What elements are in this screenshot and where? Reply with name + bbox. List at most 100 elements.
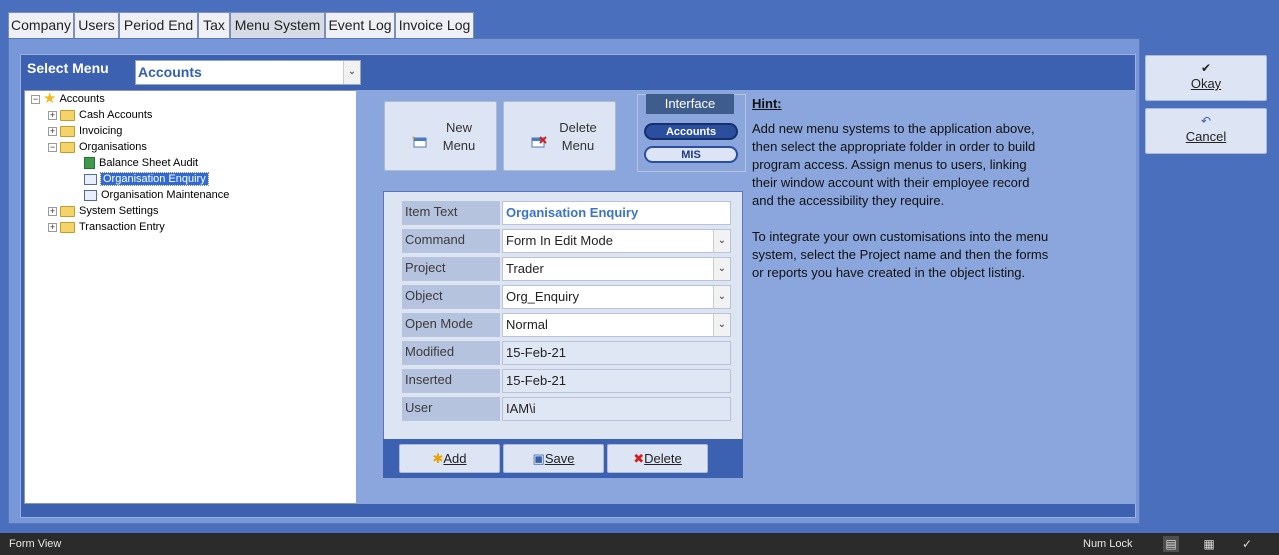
checkmark-icon: ✔ — [1200, 61, 1212, 75]
command-select[interactable]: Form In Edit Mode ⌄ — [502, 229, 731, 253]
add-label: Add — [443, 451, 467, 466]
tree-item-label: Organisation Maintenance — [101, 189, 230, 201]
interface-group: Interface Accounts MIS — [637, 94, 746, 172]
save-button[interactable]: ▣Save — [503, 444, 604, 473]
hint-paragraph: To integrate your own customisations int… — [752, 229, 1049, 280]
tree-item[interactable]: + Cash Accounts — [48, 107, 152, 123]
collapse-icon[interactable]: − — [31, 94, 40, 104]
command-label: Command — [402, 229, 500, 253]
tree-item[interactable]: + System Settings — [48, 203, 158, 219]
tree-item[interactable]: Organisation Maintenance — [84, 187, 229, 203]
select-menu-value: Accounts — [138, 64, 202, 80]
hint-title: Hint: — [752, 96, 782, 111]
expand-icon[interactable]: + — [48, 110, 57, 120]
status-view-mode: Form View — [9, 538, 62, 550]
delete-menu-label: Delete Menu — [559, 120, 597, 153]
tree-item[interactable]: − Organisations — [48, 139, 147, 155]
interface-mis-toggle[interactable]: MIS — [644, 146, 738, 163]
user-field: IAM\i — [502, 397, 731, 421]
cancel-button[interactable]: ↶ Cancel — [1145, 108, 1267, 154]
chevron-down-icon[interactable]: ⌄ — [343, 61, 360, 84]
form-icon — [84, 189, 97, 201]
project-select[interactable]: Trader ⌄ — [502, 257, 731, 281]
open-mode-label: Open Mode — [402, 313, 500, 337]
chevron-down-icon[interactable]: ⌄ — [713, 314, 730, 336]
add-icon: ✱ — [432, 451, 444, 466]
tree-item-label: Invoicing — [79, 125, 123, 137]
select-menu-label: Select Menu — [27, 60, 109, 76]
tab-tax[interactable]: Tax — [198, 12, 230, 38]
tree-item-label: System Settings — [79, 205, 159, 217]
save-label: Save — [544, 451, 575, 466]
chevron-down-icon[interactable]: ⌄ — [713, 258, 730, 280]
folder-icon — [60, 109, 75, 121]
tree-item[interactable]: + Invoicing — [48, 123, 122, 139]
modified-field: 15-Feb-21 — [502, 341, 731, 365]
tree-item-label: Organisation Enquiry — [100, 172, 209, 186]
expand-icon[interactable]: + — [48, 222, 57, 232]
hint-text: Add new menu systems to the application … — [752, 120, 1052, 300]
inserted-label: Inserted — [402, 369, 500, 393]
expand-icon[interactable]: + — [48, 206, 57, 216]
datasheet-view-icon[interactable]: ▦ — [1201, 536, 1217, 552]
svg-text:*: * — [412, 136, 415, 144]
menu-item-form: Item Text Organisation Enquiry Command F… — [383, 191, 743, 478]
collapse-icon[interactable]: − — [48, 142, 57, 152]
command-value: Form In Edit Mode — [506, 233, 613, 248]
delete-icon: ✖ — [633, 451, 645, 466]
tree-item[interactable]: Balance Sheet Audit — [84, 155, 198, 171]
tree-item-label: Balance Sheet Audit — [99, 157, 199, 169]
save-icon: ▣ — [532, 451, 545, 466]
interface-accounts-toggle[interactable]: Accounts — [644, 123, 738, 140]
menu-tree[interactable]: − ★ Accounts + Cash Accounts + Invoicing − Or… — [24, 90, 361, 504]
folder-icon — [60, 205, 75, 217]
tree-item-label: Transaction Entry — [79, 221, 165, 233]
chevron-down-icon[interactable]: ⌄ — [713, 230, 730, 252]
okay-button[interactable]: ✔ Okay — [1145, 55, 1267, 101]
tree-item-label: Accounts — [59, 93, 105, 105]
delete-item-icon — [531, 136, 547, 148]
tree-item-label: Cash Accounts — [79, 109, 153, 121]
modified-label: Modified — [402, 341, 500, 365]
folder-open-icon — [60, 141, 75, 153]
object-select[interactable]: Org_Enquiry ⌄ — [502, 285, 731, 309]
tree-item-root[interactable]: − ★ Accounts — [31, 91, 105, 107]
inserted-field: 15-Feb-21 — [502, 369, 731, 393]
item-text-field[interactable]: Organisation Enquiry — [502, 201, 731, 225]
okay-label: Okay — [1190, 76, 1222, 91]
tree-item[interactable]: + Transaction Entry — [48, 219, 165, 235]
expand-icon[interactable]: + — [48, 126, 57, 136]
add-button[interactable]: ✱Add — [399, 444, 500, 473]
tab-menu-system[interactable]: Menu System — [230, 12, 325, 38]
open-mode-select[interactable]: Normal ⌄ — [502, 313, 731, 337]
interface-title: Interface — [646, 94, 734, 114]
delete-label: Delete — [644, 451, 682, 466]
tree-item-selected[interactable]: Organisation Enquiry — [84, 171, 209, 187]
select-menu-dropdown[interactable]: Accounts ⌄ — [135, 60, 361, 85]
tab-event-log[interactable]: Event Log — [325, 12, 395, 38]
undo-icon: ↶ — [1200, 114, 1212, 128]
delete-button[interactable]: ✖Delete — [607, 444, 708, 473]
star-icon: ★ — [43, 90, 57, 108]
tab-users[interactable]: Users — [74, 12, 119, 38]
chevron-down-icon[interactable]: ⌄ — [713, 286, 730, 308]
delete-menu-button[interactable]: Delete Menu — [503, 101, 616, 171]
cancel-label: Cancel — [1185, 129, 1227, 144]
tab-invoice-log[interactable]: Invoice Log — [395, 12, 474, 38]
new-menu-label: New Menu — [442, 120, 476, 153]
status-bar: Form View Num Lock ▤ ▦ ✓ — [0, 533, 1279, 555]
user-label: User — [402, 397, 500, 421]
form-icon — [84, 173, 97, 185]
project-value: Trader — [506, 261, 544, 276]
object-label: Object — [402, 285, 500, 309]
object-value: Org_Enquiry — [506, 289, 579, 304]
tab-company[interactable]: Company — [8, 12, 74, 38]
folder-icon — [60, 125, 75, 137]
tab-period-end[interactable]: Period End — [119, 12, 198, 38]
design-view-icon[interactable]: ✓ — [1239, 536, 1255, 552]
new-item-icon: * — [412, 136, 427, 148]
form-view-icon[interactable]: ▤ — [1163, 536, 1179, 552]
project-label: Project — [402, 257, 500, 281]
tab-bar: Company Users Period End Tax Menu System… — [0, 0, 1279, 38]
new-menu-button[interactable]: * New Menu — [384, 101, 497, 171]
